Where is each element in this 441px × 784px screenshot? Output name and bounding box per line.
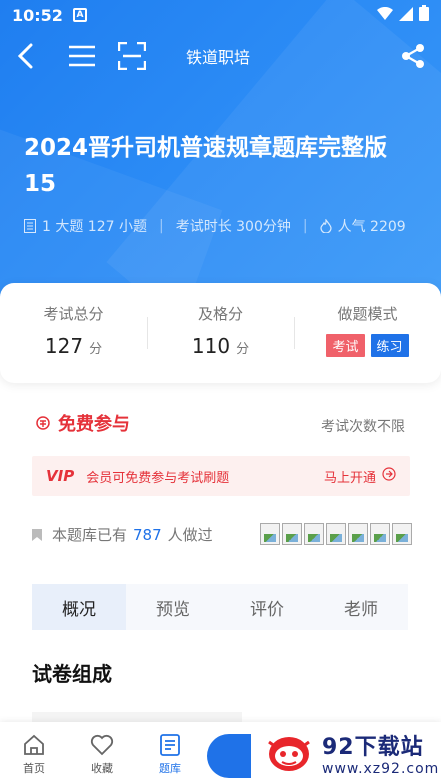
free-entry: 免费参与 bbox=[36, 410, 130, 436]
pass-score-value: 110 bbox=[191, 334, 231, 358]
total-score-value: 127 bbox=[44, 334, 84, 358]
vip-cta-label: 马上开通 bbox=[323, 470, 376, 486]
flame-icon bbox=[319, 219, 332, 233]
nav-home[interactable]: 首页 bbox=[0, 722, 68, 784]
nav-question-bank-label: 题库 bbox=[159, 762, 181, 775]
sim-icon: A bbox=[72, 8, 87, 22]
section-title: 试卷组成 bbox=[32, 662, 112, 686]
mode-exam-button[interactable]: 考试 bbox=[326, 334, 365, 357]
start-exam-button[interactable] bbox=[207, 734, 251, 778]
watermark-url: www.xz92.com bbox=[322, 761, 440, 777]
avatar bbox=[326, 523, 346, 545]
vip-text: 会员可免费参与考试刷题 bbox=[86, 470, 230, 486]
participants: 本题库已有 787 人做过 bbox=[30, 524, 213, 545]
free-title: 免费参与 bbox=[58, 414, 130, 435]
arrow-right-circle-icon bbox=[382, 467, 396, 485]
participants-prefix: 本题库已有 bbox=[52, 526, 128, 544]
participants-suffix: 人做过 bbox=[167, 526, 213, 544]
pass-score-label: 及格分 bbox=[197, 305, 243, 323]
watermark: 92下载站 www.xz92.com bbox=[258, 722, 441, 784]
pass-score-unit: 分 bbox=[236, 342, 250, 357]
meta-divider: | bbox=[158, 218, 164, 234]
nav-bar: 铁道职培 bbox=[0, 30, 441, 82]
participant-avatars bbox=[260, 523, 414, 545]
tab-overview[interactable]: 概况 bbox=[32, 584, 126, 630]
avatar bbox=[282, 523, 302, 545]
answer-mode-label: 做题模式 bbox=[337, 305, 398, 323]
tab-preview[interactable]: 预览 bbox=[126, 584, 220, 630]
avatar bbox=[348, 523, 368, 545]
vip-open-button[interactable]: 马上开通 bbox=[324, 467, 396, 486]
tab-reviews[interactable]: 评价 bbox=[220, 584, 314, 630]
question-bank-icon bbox=[158, 730, 182, 760]
total-score: 考试总分 127 分 bbox=[0, 283, 147, 383]
nav-question-bank[interactable]: 题库 bbox=[136, 722, 204, 784]
score-card: 考试总分 127 分 及格分 110 分 做题模式 考试 练习 bbox=[0, 283, 441, 383]
wifi-icon bbox=[377, 6, 393, 25]
popularity: 人气 2209 bbox=[337, 219, 406, 235]
nav-title: 铁道职培 bbox=[186, 48, 251, 67]
heart-icon bbox=[90, 730, 114, 760]
tab-teacher[interactable]: 老师 bbox=[314, 584, 408, 630]
mode-practice-button[interactable]: 练习 bbox=[370, 334, 409, 357]
document-icon bbox=[24, 219, 36, 233]
exam-meta: 1 大题 127 小题 | 考试时长 300分钟 | 人气 2209 bbox=[24, 216, 406, 236]
avatar bbox=[392, 523, 412, 545]
exam-duration: 考试时长 300分钟 bbox=[175, 219, 291, 235]
avatar bbox=[304, 523, 324, 545]
menu-icon[interactable] bbox=[60, 34, 104, 78]
back-icon[interactable] bbox=[4, 34, 48, 78]
pass-score: 及格分 110 分 bbox=[147, 283, 294, 383]
signal-icon bbox=[399, 6, 413, 25]
vip-badge: VIP bbox=[46, 467, 75, 485]
question-count: 1 大题 127 小题 bbox=[42, 219, 147, 235]
meta-divider: | bbox=[302, 218, 308, 234]
nav-favorites[interactable]: 收藏 bbox=[68, 722, 136, 784]
avatar bbox=[370, 523, 390, 545]
status-bar: 10:52 A bbox=[0, 0, 441, 30]
bookmark-icon bbox=[30, 528, 44, 542]
total-score-unit: 分 bbox=[89, 342, 103, 357]
free-icon bbox=[36, 416, 50, 430]
watermark-title: 92下载站 bbox=[322, 735, 424, 760]
status-time: 10:52 bbox=[12, 5, 63, 25]
detail-tabs: 概况 预览 评价 老师 bbox=[32, 584, 408, 630]
nav-home-label: 首页 bbox=[23, 762, 45, 775]
exam-title: 2024晋升司机普速规章题库完整版15 bbox=[24, 135, 388, 197]
watermark-logo-icon bbox=[264, 732, 314, 774]
answer-mode: 做题模式 考试 练习 bbox=[294, 283, 441, 383]
total-score-label: 考试总分 bbox=[43, 305, 104, 323]
avatar bbox=[260, 523, 280, 545]
attempts-text: 考试次数不限 bbox=[321, 419, 405, 435]
participants-count: 787 bbox=[133, 525, 162, 544]
nav-favorites-label: 收藏 bbox=[91, 762, 113, 775]
share-icon[interactable] bbox=[391, 34, 435, 78]
home-icon bbox=[22, 730, 46, 760]
vip-banner[interactable]: VIP 会员可免费参与考试刷题 马上开通 bbox=[32, 456, 410, 496]
battery-icon bbox=[419, 5, 429, 25]
scan-icon[interactable] bbox=[110, 34, 154, 78]
